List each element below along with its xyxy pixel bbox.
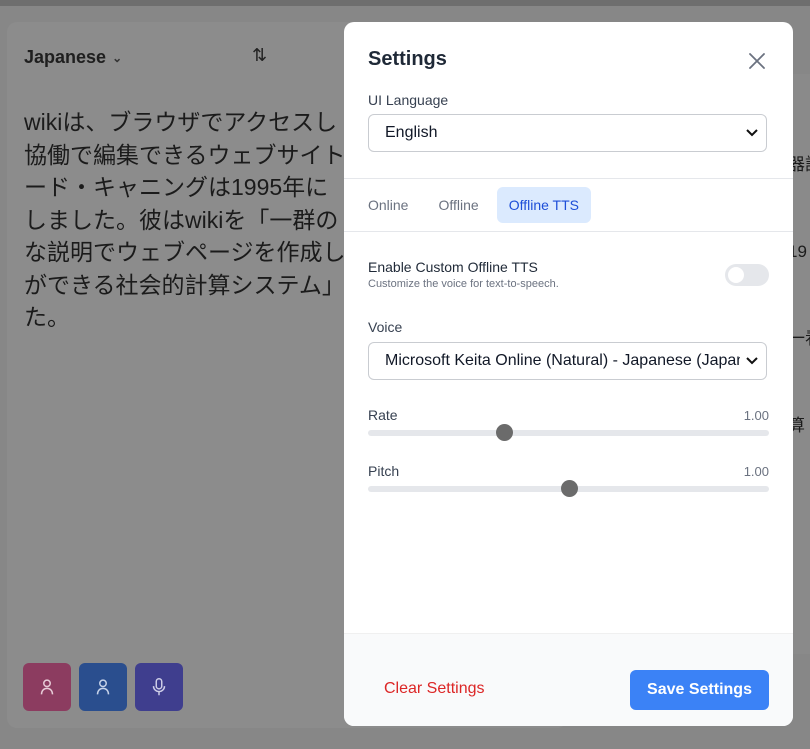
person-icon [40,679,54,695]
rate-value: 1.00 [743,408,769,423]
pitch-value: 1.00 [743,464,769,479]
person-icon [96,679,110,695]
top-strip [0,0,810,6]
ui-language-select[interactable]: English [368,114,767,152]
pitch-slider[interactable] [368,480,769,497]
source-language-label: Japanese [24,47,107,67]
source-line: wikiは、ブラウザでアクセスし [24,109,338,135]
enable-tts-toggle[interactable] [725,264,769,286]
source-line: ード・キャニングは1995年に [24,174,329,200]
clear-settings-button[interactable]: Clear Settings [384,680,485,698]
chevron-down-icon: ⌄ [112,50,123,65]
toggle-knob [728,267,744,283]
rate-slider[interactable] [368,424,769,441]
chevron-down-icon [746,129,758,137]
male-voice-button[interactable] [79,663,127,711]
voice-value: Microsoft Keita Online (Natural) - Japan… [385,352,740,369]
rate-label: Rate [368,407,398,423]
settings-modal: Settings UI Language English Online Offl… [344,22,793,726]
source-line: な説明でウェブページを作成し [24,239,346,265]
tab-online[interactable]: Online [356,187,420,223]
pitch-label: Pitch [368,463,400,479]
settings-title: Settings [368,48,447,70]
settings-tabs: Online Offline Offline TTS [356,187,591,223]
chevron-down-icon [746,357,758,365]
source-language-select[interactable]: Japanese ⌄ [24,47,122,68]
divider [344,178,793,179]
voice-buttons [23,663,183,711]
swap-languages-icon[interactable]: ⇅ [252,45,267,66]
tab-offline[interactable]: Offline [426,187,490,223]
save-settings-button[interactable]: Save Settings [630,670,769,710]
enable-tts-description: Customize the voice for text-to-speech. [368,278,559,290]
source-line: 協働で編集できるウェブサイト [24,141,346,168]
divider [344,231,793,232]
microphone-button[interactable] [135,663,183,711]
source-line: しました。彼はwikiを「一群の [24,206,339,233]
pitch-slider-thumb[interactable] [560,480,578,497]
microphone-icon [152,678,166,696]
close-icon[interactable] [746,50,768,72]
rate-slider-thumb[interactable] [496,424,514,441]
source-text[interactable]: wikiは、ブラウザでアクセスし 協働で編集できるウェブサイト ード・キャニング… [24,106,364,334]
enable-tts-label: Enable Custom Offline TTS [368,259,538,275]
source-line: ができる社会的計算システム」 [24,271,345,298]
voice-label: Voice [368,319,403,335]
voice-select[interactable]: Microsoft Keita Online (Natural) - Japan… [368,342,767,380]
female-voice-button[interactable] [23,663,71,711]
tab-offline-tts[interactable]: Offline TTS [496,187,591,223]
source-line: た。 [24,304,70,330]
modal-footer: Clear Settings Save Settings [344,633,793,726]
ui-language-label: UI Language [368,92,449,108]
ui-language-value: English [385,124,438,141]
